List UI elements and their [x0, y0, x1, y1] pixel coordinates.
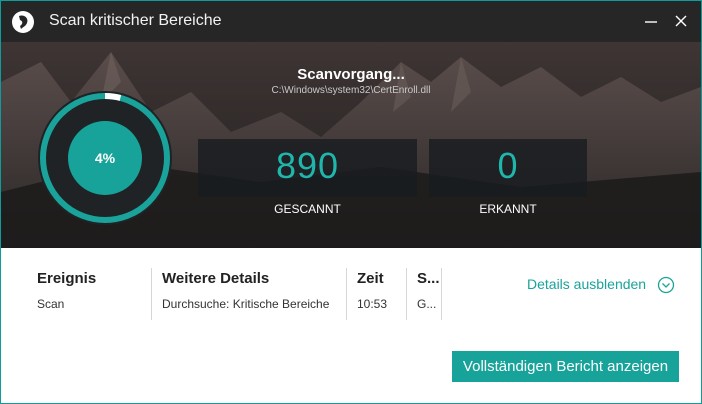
event-table: Ereignis Scan Weitere Details Durchsuche…	[1, 248, 701, 328]
header-time: Zeit	[357, 270, 384, 287]
cell-event: Scan	[37, 297, 65, 311]
column-divider[interactable]	[151, 268, 152, 320]
hide-details-link[interactable]: Details ausblenden	[527, 276, 646, 292]
column-event: Ereignis Scan	[37, 270, 96, 311]
chevron-down-circle-icon[interactable]	[657, 276, 675, 294]
column-time: Zeit 10:53	[357, 270, 387, 311]
window-title: Scan kritischer Bereiche	[49, 12, 222, 29]
scan-status-text: Scanvorgang...	[297, 66, 405, 83]
scanned-count: 890	[275, 145, 340, 186]
minimize-icon[interactable]	[641, 11, 661, 31]
cell-details: Durchsuche: Kritische Bereiche	[162, 297, 330, 311]
detected-count: 0	[497, 145, 519, 186]
scan-window: Scan kritischer Bereiche Scanvorgang... …	[0, 0, 702, 404]
title-bar: Scan kritischer Bereiche	[1, 1, 701, 42]
column-divider[interactable]	[346, 268, 347, 320]
scanned-stat-box: 890	[198, 139, 417, 197]
full-report-button[interactable]: Vollständigen Bericht anzeigen	[452, 351, 679, 382]
column-details: Weitere Details Durchsuche: Kritische Be…	[162, 270, 329, 311]
column-divider[interactable]	[441, 268, 442, 320]
detected-stat-box: 0	[429, 139, 587, 197]
column-divider[interactable]	[406, 268, 407, 320]
cell-time: 10:53	[357, 297, 388, 311]
cell-status: G...	[417, 297, 437, 311]
header-details: Weitere Details	[162, 270, 270, 287]
close-icon[interactable]	[671, 11, 691, 31]
header-status: S...	[417, 270, 439, 287]
column-status: S... G...	[417, 270, 439, 311]
current-file-path: C:\Windows\system32\CertEnroll.dll	[271, 85, 431, 96]
progress-percent: 4%	[94, 150, 116, 166]
detected-label: ERKANNT	[479, 202, 537, 216]
scanned-label: GESCANNT	[274, 202, 341, 216]
header-event: Ereignis	[37, 270, 97, 287]
app-logo-icon	[12, 11, 34, 33]
